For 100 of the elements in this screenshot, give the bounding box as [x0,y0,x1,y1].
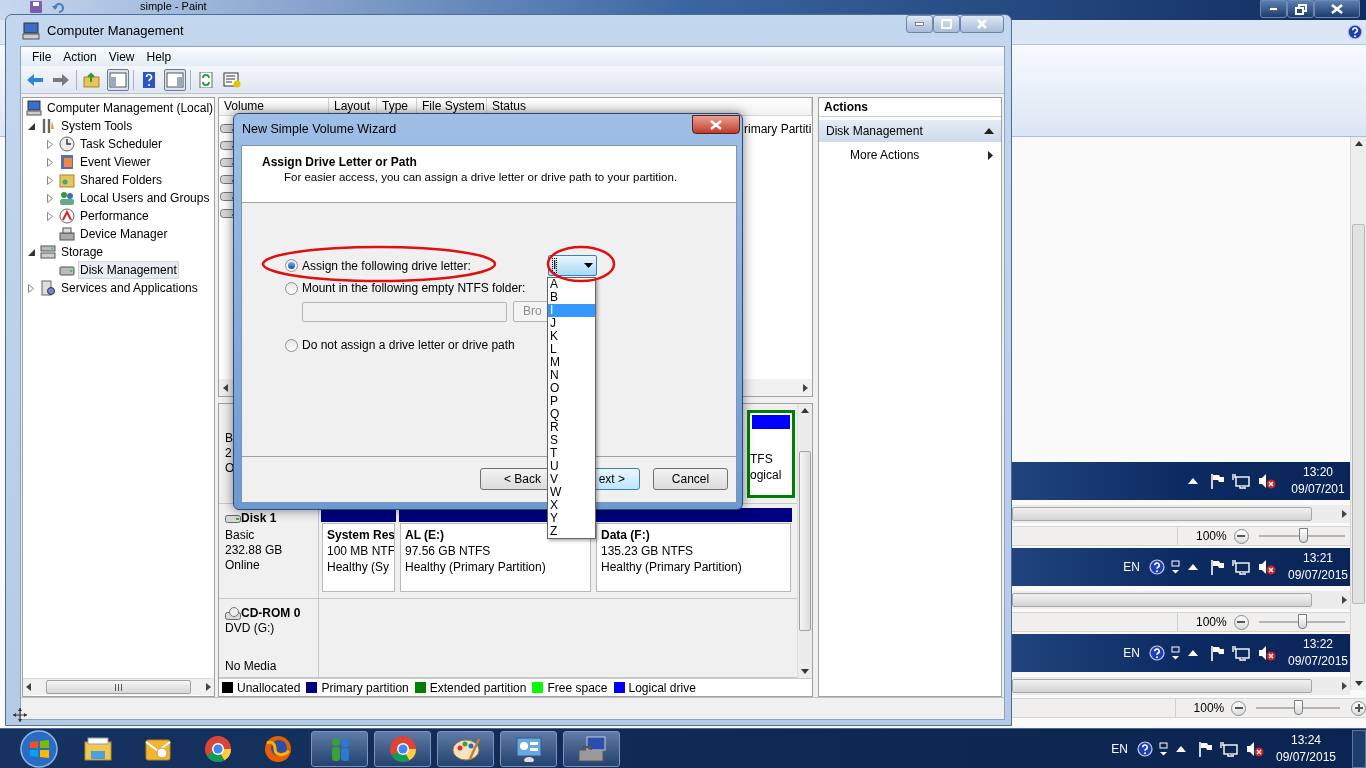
dropdown-option[interactable]: X [548,499,595,512]
expand-arrow-icon[interactable] [28,283,34,293]
clock-date: 09/07/2015 [1287,567,1349,584]
horizontal-scrollbar[interactable] [1012,677,1350,695]
zoom-in-button[interactable] [1351,700,1366,716]
disk-name: Disk 1 [241,511,277,526]
show-hidden-icons-arrow-icon[interactable] [1188,478,1198,484]
flag-icon[interactable] [1210,645,1224,661]
radio-button[interactable] [285,259,298,272]
expand-arrow-icon[interactable] [47,193,53,203]
restore-button[interactable] [1287,0,1314,18]
dropdown-option[interactable]: J [548,317,595,330]
dropdown-option[interactable]: M [548,356,595,369]
radio-button[interactable] [285,281,298,295]
partition-box[interactable]: Data (F:) 135.23 GB NTFS Healthy (Primary Partition) [596,523,791,592]
drive-letter-dropdown[interactable]: I [548,255,597,276]
taskbar-app-button[interactable] [374,730,431,767]
tree-item[interactable]: Performance [78,207,151,225]
horizontal-scrollbar[interactable] [23,678,214,695]
help-icon[interactable] [1347,24,1363,40]
network-icon[interactable] [1232,645,1250,661]
flag-icon[interactable] [1210,473,1224,489]
dropdown-option[interactable]: Y [548,512,595,525]
tree-item[interactable]: Task Scheduler [78,135,165,153]
dropdown-option[interactable]: T [548,447,595,460]
slider-thumb[interactable] [1297,614,1307,629]
collapse-arrow-icon[interactable] [984,128,994,134]
dropdown-option[interactable]: K [548,330,595,343]
zoom-slider[interactable] [1258,526,1345,546]
show-tree-button[interactable] [107,68,129,91]
dropdown-option[interactable]: O [548,382,595,395]
vertical-scrollbar[interactable] [797,404,812,678]
show-action-pane-button[interactable] [164,68,186,91]
dropdown-option[interactable]: N [548,369,595,382]
taskbar-app-button[interactable] [500,730,557,767]
tree-item[interactable]: Local Users and Groups [78,189,212,207]
show-desktop-button[interactable] [1352,729,1366,768]
show-hidden-icons-arrow-icon[interactable] [1188,650,1198,656]
flag-icon[interactable] [1198,740,1212,757]
tree-item[interactable]: Disk Management [78,261,179,279]
expand-arrow-icon[interactable] [47,139,53,149]
zoom-slider[interactable] [1256,698,1341,718]
collapse-arrow-icon[interactable] [28,122,35,130]
menu-item[interactable]: View [102,47,141,66]
muted-speaker-icon[interactable] [1258,559,1276,575]
maximize-button[interactable] [933,15,960,33]
radio-button[interactable] [285,338,298,352]
taskbar-app-button[interactable] [437,730,494,767]
zoom-out-button[interactable] [1231,700,1247,716]
tree-item[interactable]: Services and Applications [59,279,200,297]
dropdown-option[interactable]: R [548,421,595,434]
flag-icon[interactable] [1210,559,1224,575]
partition-box[interactable]: System Res 100 MB NTF Healthy (Sy [322,523,395,592]
expand-arrow-icon[interactable] [47,175,53,185]
tree-item[interactable]: Shared Folders [78,171,165,189]
muted-speaker-icon[interactable] [1258,645,1276,661]
menu-item[interactable]: Action [57,47,103,66]
device-icon [59,226,75,242]
dropdown-option[interactable]: P [548,395,595,408]
slider-thumb[interactable] [1294,700,1304,715]
horizontal-scrollbar[interactable] [1012,505,1350,523]
tree-item[interactable]: Computer Management (Local) [45,99,216,117]
wizard-heading: Assign Drive Letter or Path [262,154,417,170]
menu-item[interactable]: Help [140,47,178,66]
tree-item[interactable]: System Tools [59,117,135,135]
dropdown-option[interactable]: S [548,434,595,447]
show-hidden-icons-arrow-icon[interactable] [1176,745,1186,752]
zoom-out-button[interactable] [1233,528,1249,544]
zoom-slider[interactable] [1258,612,1345,632]
network-icon[interactable] [1232,473,1250,489]
network-icon[interactable] [1232,559,1250,575]
close-button[interactable] [1314,0,1360,18]
dropdown-option[interactable]: L [548,343,595,356]
muted-speaker-icon[interactable] [1246,740,1264,757]
zoom-out-button[interactable] [1233,614,1249,630]
menu-item[interactable]: File [26,47,58,66]
show-hidden-icons-arrow-icon[interactable] [1188,564,1198,570]
dropdown-option[interactable]: Q [548,408,595,421]
vertical-scrollbar[interactable] [1350,137,1366,690]
horizontal-scrollbar[interactable] [1012,591,1350,609]
expand-arrow-icon[interactable] [47,157,53,167]
tree-item[interactable]: Event Viewer [78,153,153,171]
tree-item[interactable]: Device Manager [78,225,170,243]
close-icon [710,119,722,130]
disk-label: B [225,431,233,446]
dropdown-option[interactable]: A [548,278,595,291]
collapse-arrow-icon[interactable] [28,248,35,256]
actions-heading: Actions [819,98,1001,117]
disk-name: CD-ROM 0 [241,606,301,621]
dialog-button[interactable]: Cancel [653,467,728,490]
slider-thumb[interactable] [1299,528,1309,543]
tree-item[interactable]: Storage [59,243,106,261]
close-button[interactable] [692,115,740,134]
dropdown-option[interactable]: B [548,291,595,304]
expand-arrow-icon[interactable] [47,211,53,221]
action-link[interactable]: More Actions [850,146,920,164]
muted-speaker-icon[interactable] [1258,473,1276,489]
start-button[interactable] [20,729,58,768]
minimize-button[interactable] [1260,0,1287,18]
network-icon[interactable] [1220,740,1238,757]
